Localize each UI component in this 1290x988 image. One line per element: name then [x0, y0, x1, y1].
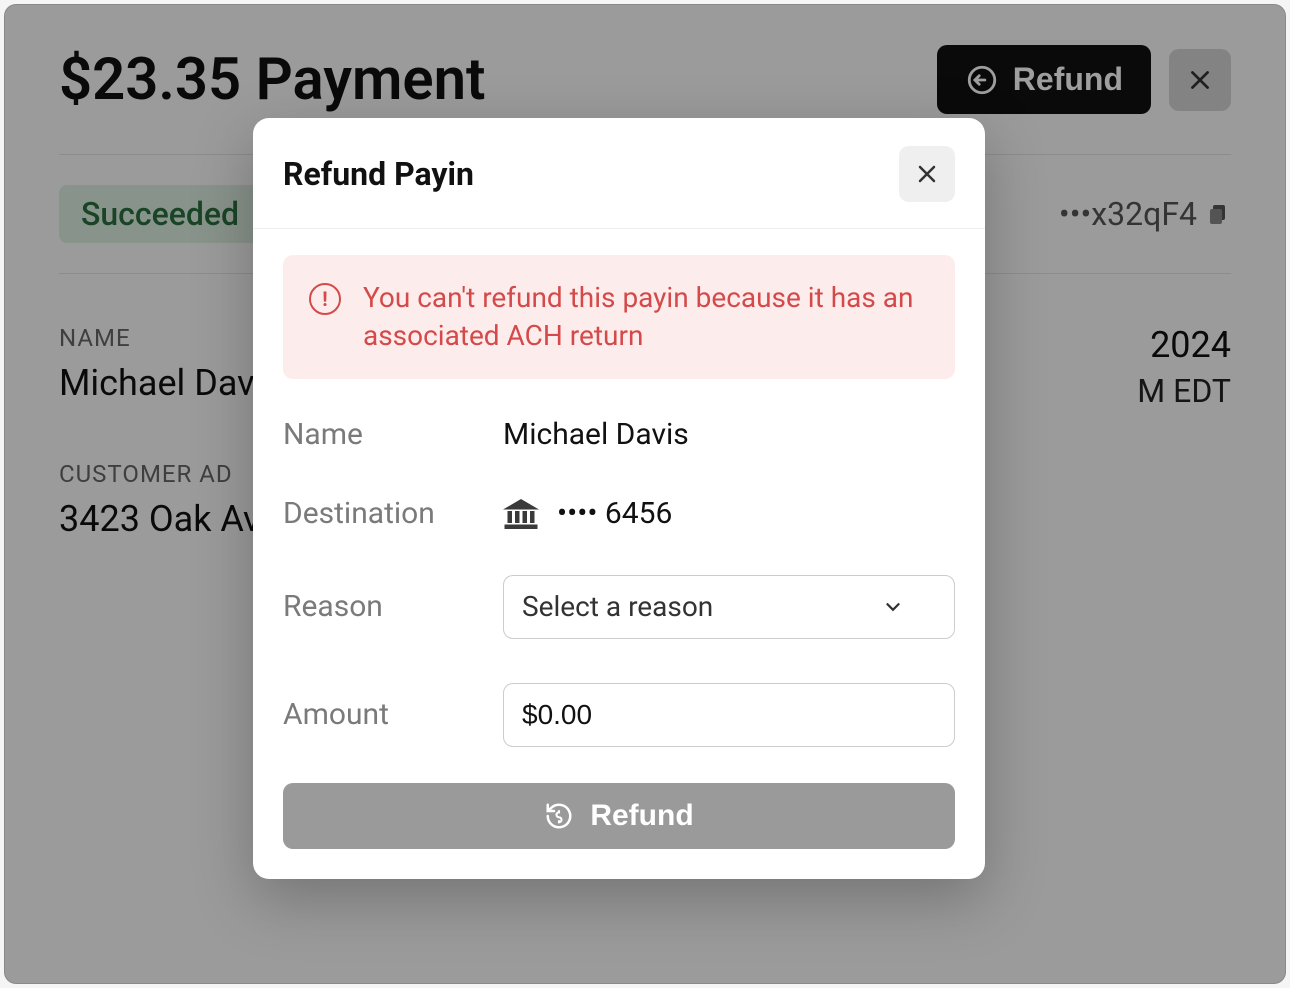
- row-reason: Reason Select a reason: [283, 569, 955, 645]
- modal-close-button[interactable]: [899, 146, 955, 202]
- destination-label: Destination: [283, 496, 493, 531]
- reason-select[interactable]: Select a reason: [503, 575, 955, 639]
- bank-icon: [503, 498, 539, 528]
- modal-title: Refund Payin: [283, 155, 474, 193]
- modal-header: Refund Payin: [253, 118, 985, 229]
- modal-body: ! You can't refund this payin because it…: [253, 229, 985, 783]
- amount-label: Amount: [283, 697, 493, 732]
- chevron-down-icon: [882, 596, 904, 618]
- refund-payin-modal: Refund Payin ! You can't refund this pay…: [253, 118, 985, 879]
- row-name: Name Michael Davis: [283, 411, 955, 458]
- destination-mask: •••• 6456: [557, 496, 672, 531]
- destination-value: •••• 6456: [503, 496, 955, 531]
- reason-placeholder: Select a reason: [522, 590, 713, 623]
- amount-input[interactable]: [503, 683, 955, 747]
- refund-circle-icon: [544, 801, 574, 831]
- reason-label: Reason: [283, 589, 493, 624]
- row-amount: Amount: [283, 677, 955, 753]
- error-alert: ! You can't refund this payin because it…: [283, 255, 955, 379]
- close-icon: [915, 162, 939, 186]
- modal-footer: Refund: [253, 783, 985, 879]
- name-label: Name: [283, 417, 493, 452]
- alert-text: You can't refund this payin because it h…: [363, 279, 929, 355]
- row-destination: Destination •••• 6456: [283, 490, 955, 537]
- submit-refund-label: Refund: [590, 799, 693, 833]
- alert-icon: !: [309, 283, 341, 315]
- name-value: Michael Davis: [503, 417, 955, 452]
- submit-refund-button[interactable]: Refund: [283, 783, 955, 849]
